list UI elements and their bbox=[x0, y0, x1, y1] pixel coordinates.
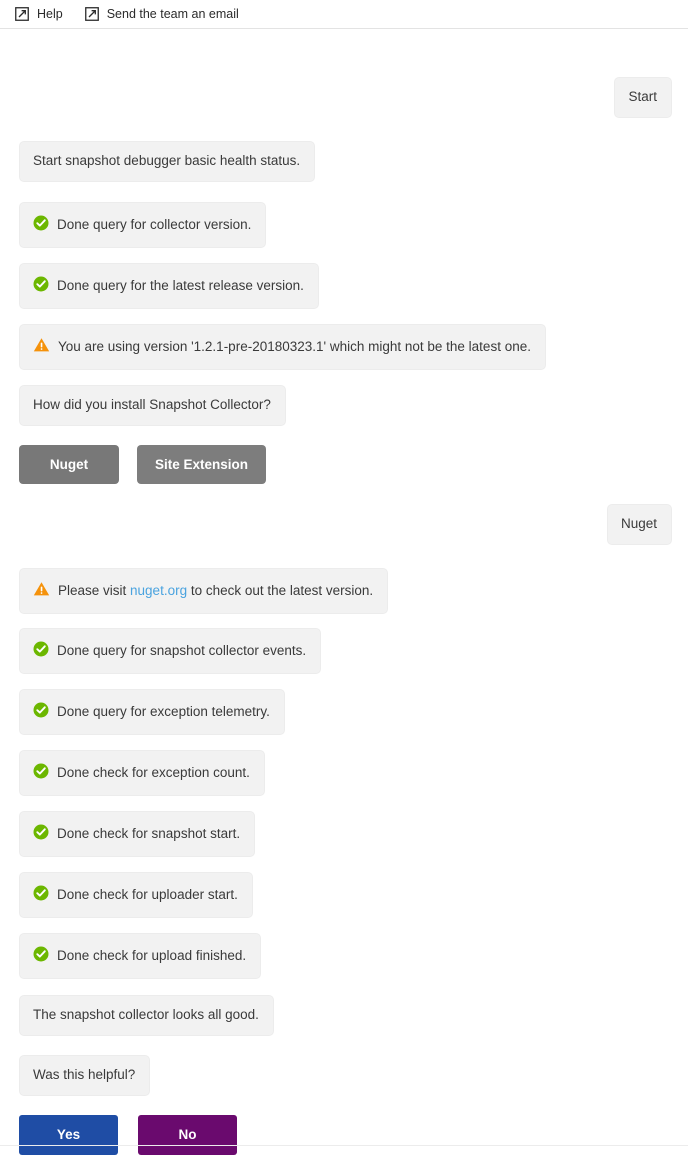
chat-bubble-install-question: How did you install Snapshot Collector? bbox=[19, 385, 286, 426]
helpful-no-button[interactable]: No bbox=[138, 1115, 237, 1155]
chat-bubble-done-upload-finished: Done check for upload finished. bbox=[19, 933, 262, 979]
chat-row-done-latest-release-version: Done query for the latest release versio… bbox=[19, 263, 319, 309]
external-link-icon bbox=[84, 7, 99, 21]
install-option-site-extension-button[interactable]: Site Extension bbox=[137, 445, 267, 484]
chat-bubble-text: Nuget bbox=[620, 516, 657, 531]
chat-bubble-text: Done check for exception count. bbox=[57, 764, 250, 780]
chat-row-nuget-reply: Nuget bbox=[606, 504, 672, 545]
chat-row-done-upload-finished: Done check for upload finished. bbox=[19, 933, 262, 979]
success-check-icon bbox=[33, 824, 49, 843]
chat-bubble-all-good: The snapshot collector looks all good. bbox=[19, 995, 274, 1036]
success-check-icon bbox=[33, 885, 49, 904]
chat-row-install-options: Nuget Site Extension bbox=[19, 445, 267, 484]
chat-row-helpful-answers: Yes No bbox=[19, 1115, 237, 1155]
chat-bubble-start-reply: Start bbox=[614, 77, 672, 118]
helpful-yes-button[interactable]: Yes bbox=[19, 1115, 118, 1155]
warning-triangle-icon bbox=[33, 337, 50, 356]
send-team-email-label: Send the team an email bbox=[106, 6, 239, 21]
chat-bubble-done-uploader-start: Done check for uploader start. bbox=[19, 872, 253, 918]
chat-row-done-uploader-start: Done check for uploader start. bbox=[19, 872, 253, 918]
chat-row-nuget-org-warning: Please visit nuget.org to check out the … bbox=[19, 568, 389, 614]
help-link[interactable]: Help bbox=[15, 7, 63, 21]
success-check-icon bbox=[33, 276, 49, 295]
install-option-nuget-button[interactable]: Nuget bbox=[19, 445, 119, 484]
chat-bubble-text: The snapshot collector looks all good. bbox=[33, 1007, 259, 1022]
chat-row-was-this-helpful: Was this helpful? bbox=[19, 1055, 151, 1096]
chat-bubble-done-snapshot-collector-events: Done query for snapshot collector events… bbox=[19, 628, 322, 674]
chat-bubble-text: Done query for the latest release versio… bbox=[57, 277, 304, 293]
send-team-email-link[interactable]: Send the team an email bbox=[84, 6, 239, 21]
chat-bubble-nuget-reply: Nuget bbox=[606, 504, 672, 545]
chat-bubble-was-this-helpful: Was this helpful? bbox=[19, 1055, 151, 1096]
top-toolbar: Help Send the team an email bbox=[0, 0, 688, 29]
chat-bubble-nuget-org-warning[interactable]: Please visit nuget.org to check out the … bbox=[19, 568, 389, 614]
chat-row-start-reply: Start bbox=[614, 77, 672, 118]
chat-row-done-exception-count: Done check for exception count. bbox=[19, 750, 265, 796]
chat-bubble-done-exception-telemetry: Done query for exception telemetry. bbox=[19, 689, 285, 735]
chat-bubble-text: Done check for upload finished. bbox=[57, 947, 247, 963]
chat-row-version-warning: You are using version '1.2.1-pre-2018032… bbox=[19, 324, 546, 370]
success-check-icon bbox=[33, 946, 49, 965]
chat-bubble-done-collector-version: Done query for collector version. bbox=[19, 202, 267, 248]
chat-bubble-text: Done check for uploader start. bbox=[57, 886, 238, 902]
external-link-icon bbox=[15, 7, 29, 21]
chat-row-done-exception-telemetry: Done query for exception telemetry. bbox=[19, 689, 285, 735]
chat-row-install-question: How did you install Snapshot Collector? bbox=[19, 385, 286, 426]
chat-row-done-snapshot-start: Done check for snapshot start. bbox=[19, 811, 256, 857]
success-check-icon bbox=[33, 641, 49, 660]
chat-bubble-text: Start bbox=[628, 89, 657, 104]
chat-bubble-done-exception-count: Done check for exception count. bbox=[19, 750, 265, 796]
chat-conversation: Start Start snapshot debugger basic healt… bbox=[0, 29, 688, 1155]
chat-row-start-health-status: Start snapshot debugger basic health sta… bbox=[19, 141, 316, 182]
chat-bubble-version-warning: You are using version '1.2.1-pre-2018032… bbox=[19, 324, 546, 370]
chat-row-all-good: The snapshot collector looks all good. bbox=[19, 995, 274, 1036]
chat-bubble-done-snapshot-start: Done check for snapshot start. bbox=[19, 811, 256, 857]
chat-row-done-collector-version: Done query for collector version. bbox=[19, 202, 267, 248]
chat-bubble-text: Was this helpful? bbox=[33, 1067, 136, 1082]
chat-row-done-snapshot-collector-events: Done query for snapshot collector events… bbox=[19, 628, 322, 674]
chat-bubble-text: Done check for snapshot start. bbox=[57, 825, 241, 841]
install-option-buttons: Nuget Site Extension bbox=[19, 445, 267, 484]
chat-bubble-done-latest-release-version: Done query for the latest release versio… bbox=[19, 263, 319, 309]
success-check-icon bbox=[33, 215, 49, 234]
chat-bubble-text: You are using version '1.2.1-pre-2018032… bbox=[58, 338, 531, 354]
chat-bubble-text: Done query for collector version. bbox=[57, 216, 252, 232]
chat-bubble-text: How did you install Snapshot Collector? bbox=[33, 397, 271, 412]
warning-triangle-icon bbox=[33, 581, 50, 600]
footer-divider bbox=[0, 1145, 688, 1146]
chat-bubble-text: Done query for snapshot collector events… bbox=[57, 642, 307, 658]
help-link-label: Help bbox=[37, 6, 63, 21]
chat-bubble-text: Please visit nuget.org to check out the … bbox=[58, 582, 374, 598]
success-check-icon bbox=[33, 702, 49, 721]
success-check-icon bbox=[33, 763, 49, 782]
chat-bubble-start-health-status: Start snapshot debugger basic health sta… bbox=[19, 141, 316, 182]
chat-bubble-text: Start snapshot debugger basic health sta… bbox=[33, 153, 301, 168]
chat-bubble-text: Done query for exception telemetry. bbox=[57, 703, 270, 719]
nuget-org-link[interactable]: nuget.org bbox=[130, 583, 187, 598]
helpful-answer-buttons: Yes No bbox=[19, 1115, 237, 1155]
